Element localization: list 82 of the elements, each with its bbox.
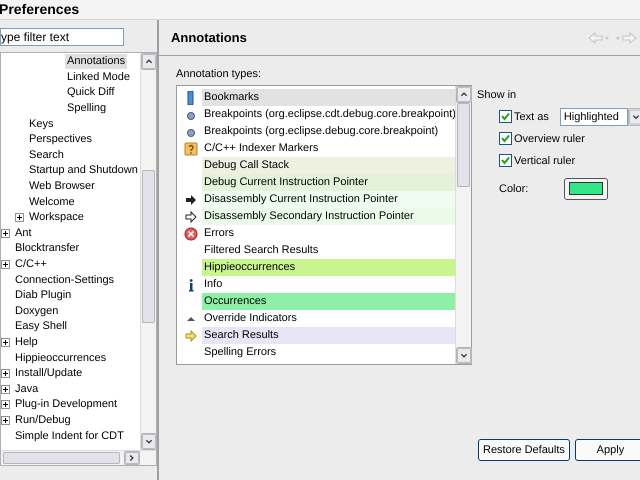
- tree-item[interactable]: Welcome: [27, 194, 77, 210]
- scrollbar[interactable]: [1, 450, 156, 465]
- checkbox[interactable]: [499, 110, 512, 124]
- expand-icon[interactable]: [1, 384, 10, 394]
- tree-item[interactable]: Java: [13, 382, 40, 397]
- tree-item[interactable]: Keys: [27, 116, 56, 132]
- window-title: Preferences: [0, 0, 640, 20]
- tree-item[interactable]: Ant: [13, 226, 34, 241]
- tree-item[interactable]: Web Browser: [27, 179, 97, 194]
- list-label: Annotation types:: [176, 67, 262, 82]
- tree-item[interactable]: Simple Indent for CDT: [13, 428, 126, 444]
- tree-item[interactable]: Workspace: [27, 210, 86, 226]
- scroll-down-icon[interactable]: [456, 347, 472, 364]
- apply-button[interactable]: Apply: [575, 439, 640, 462]
- list-item[interactable]: Filtered Search Results: [202, 242, 455, 259]
- tree-item[interactable]: Linked Mode: [65, 70, 132, 85]
- scrollbar[interactable]: [140, 53, 156, 450]
- scroll-down-icon[interactable]: [141, 433, 157, 450]
- scroll-thumb[interactable]: [3, 452, 120, 464]
- filter-field[interactable]: ype filter text: [0, 28, 124, 46]
- tree-item[interactable]: Blocktransfer: [13, 241, 82, 256]
- tree-item[interactable]: Hippieoccurrences: [13, 350, 108, 366]
- tree-item[interactable]: C/C++: [13, 257, 49, 272]
- list-item[interactable]: Debug Current Instruction Pointer: [202, 174, 455, 191]
- tree-item[interactable]: Connection-Settings: [13, 272, 116, 288]
- checkbox-label: Text as: [514, 110, 549, 124]
- list-item[interactable]: Occurrences: [202, 293, 455, 310]
- caret-icon[interactable]: [628, 108, 640, 126]
- arrow-icon: [184, 328, 198, 342]
- color-label: Color:: [499, 182, 530, 196]
- list-item[interactable]: Disassembly Current Instruction Pointer: [202, 191, 455, 208]
- checkbox[interactable]: [499, 154, 512, 168]
- group-label: Show in: [477, 88, 518, 104]
- page-title: Annotations: [171, 28, 247, 47]
- list-item[interactable]: Debug Call Stack: [202, 157, 455, 174]
- tree-item[interactable]: Diab Plugin: [13, 288, 74, 304]
- tree-item[interactable]: Perspectives: [27, 132, 94, 148]
- restore-defaults-button[interactable]: Restore Defaults: [478, 439, 570, 462]
- list-item[interactable]: Spelling Errors: [202, 344, 455, 361]
- tree-item[interactable]: Startup and Shutdown: [27, 163, 140, 178]
- tree-item[interactable]: Install/Update: [13, 366, 84, 382]
- scroll-thumb[interactable]: [142, 170, 155, 323]
- list-item[interactable]: C/C++ Indexer Markers: [202, 140, 455, 157]
- list-item[interactable]: Override Indicators: [202, 310, 455, 327]
- expand-icon[interactable]: [1, 400, 10, 410]
- question-icon: [184, 142, 198, 156]
- list-item[interactable]: Bookmarks: [202, 89, 455, 106]
- arrow-icon: [184, 192, 198, 206]
- expand-icon[interactable]: [1, 260, 10, 270]
- tree-item[interactable]: Doxygen: [13, 304, 60, 319]
- expand-icon[interactable]: [1, 369, 10, 378]
- checkbox[interactable]: [499, 132, 512, 146]
- list-item[interactable]: Errors: [202, 225, 455, 242]
- scroll-up-icon[interactable]: [456, 86, 472, 104]
- scroll-thumb[interactable]: [457, 103, 470, 188]
- tree-item[interactable]: Search: [27, 148, 66, 163]
- list-item[interactable]: Search Results: [202, 327, 455, 344]
- checkbox-label: Overview ruler: [514, 132, 585, 146]
- list-item[interactable]: Breakpoints (org.eclipse.debug.core.breakpoint): [202, 123, 455, 140]
- tree-item[interactable]: Plug-in Development: [13, 397, 120, 412]
- scrollbar[interactable]: [455, 86, 471, 364]
- list-item[interactable]: Hippieoccurrences: [202, 259, 455, 276]
- tree-item[interactable]: Quick Diff: [65, 85, 116, 100]
- list-item[interactable]: Info: [202, 276, 455, 293]
- tree-item[interactable]: Spelling: [65, 101, 108, 116]
- dropdown[interactable]: Highlighted: [560, 108, 628, 126]
- scroll-right-icon[interactable]: [124, 451, 140, 465]
- scroll-up-icon[interactable]: [141, 53, 157, 70]
- list-item[interactable]: Breakpoints (org.eclipse.cdt.debug.core.breakpoint): [202, 106, 455, 123]
- error-icon: [184, 226, 198, 240]
- arrow-icon: [184, 210, 198, 224]
- tree-item[interactable]: Help: [13, 334, 40, 350]
- expand-icon[interactable]: [1, 228, 10, 238]
- list-item[interactable]: Disassembly Secondary Instruction Pointer: [202, 208, 455, 225]
- tree-item[interactable]: Easy Shell: [13, 319, 69, 334]
- color-button[interactable]: [564, 178, 608, 200]
- expand-icon[interactable]: [15, 213, 24, 222]
- tree-item[interactable]: Annotations: [65, 54, 128, 70]
- checkbox-label: Vertical ruler: [514, 154, 576, 168]
- expand-icon[interactable]: [1, 338, 10, 347]
- expand-icon[interactable]: [1, 416, 10, 425]
- tree-item[interactable]: Run/Debug: [13, 412, 73, 428]
